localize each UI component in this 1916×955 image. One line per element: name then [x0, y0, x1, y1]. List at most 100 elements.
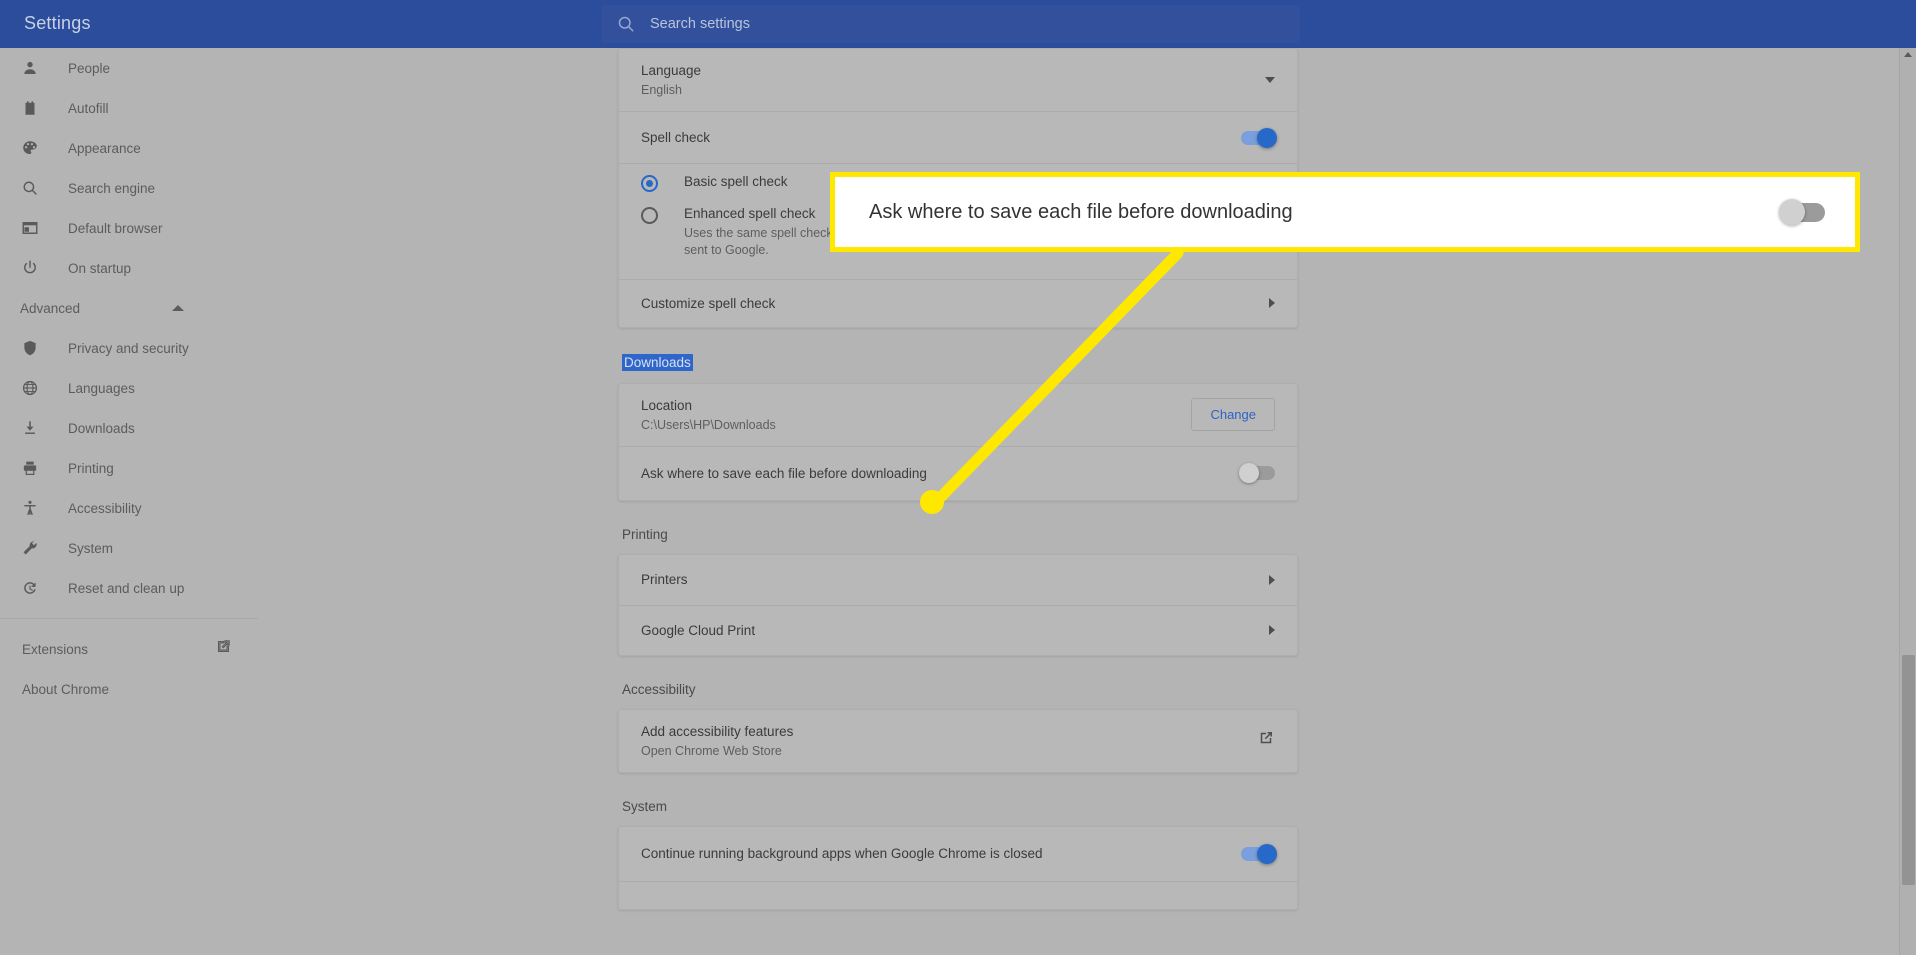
background-apps-row[interactable]: Continue running background apps when Go… — [619, 827, 1297, 881]
sidebar-item-label: Reset and clean up — [68, 580, 185, 596]
caret-up-icon — [172, 305, 184, 311]
printing-section-title: Printing — [622, 526, 668, 542]
external-link-icon — [215, 638, 232, 660]
clipboard-icon — [20, 98, 40, 118]
accessibility-section-title: Accessibility — [622, 681, 696, 697]
language-row[interactable]: Language English — [619, 49, 1297, 111]
system-section-title: System — [622, 798, 668, 814]
customize-spell-check-row[interactable]: Customize spell check — [619, 278, 1297, 327]
sidebar-item-autofill[interactable]: Autofill — [0, 88, 262, 128]
radio-button[interactable] — [641, 207, 658, 224]
sidebar-item-label: System — [68, 540, 114, 556]
radio-button[interactable] — [641, 175, 658, 192]
callout-label: Ask where to save each file before downl… — [869, 200, 1293, 223]
printing-card: Printers Google Cloud Print — [618, 553, 1298, 656]
google-cloud-print-label: Google Cloud Print — [641, 622, 756, 638]
chevron-right-icon — [1269, 298, 1275, 309]
add-accessibility-features-row[interactable]: Add accessibility features Open Chrome W… — [619, 710, 1297, 772]
downloads-card: Location C:\Users\HP\Downloads Change As… — [618, 382, 1298, 501]
sidebar-item-people[interactable]: People — [0, 48, 262, 88]
vertical-scrollbar[interactable] — [1899, 48, 1916, 955]
printers-row[interactable]: Printers — [619, 555, 1297, 605]
google-cloud-print-row[interactable]: Google Cloud Print — [619, 604, 1297, 655]
printer-icon — [20, 458, 40, 478]
sidebar-item-about-chrome[interactable]: About Chrome — [0, 669, 262, 709]
globe-icon — [20, 378, 40, 398]
sidebar-item-accessibility[interactable]: Accessibility — [0, 488, 262, 528]
sidebar-item-default-browser[interactable]: Default browser — [0, 208, 262, 248]
palette-icon — [20, 138, 40, 158]
accessibility-card: Add accessibility features Open Chrome W… — [618, 708, 1298, 773]
chevron-down-icon[interactable] — [1265, 77, 1275, 83]
toggle-knob — [1779, 198, 1805, 225]
accessibility-icon — [20, 498, 40, 518]
spell-check-label: Spell check — [641, 130, 711, 145]
language-label: Language — [641, 63, 702, 78]
sidebar-item-appearance[interactable]: Appearance — [0, 128, 262, 168]
sidebar-item-reset-and-clean-up[interactable]: Reset and clean up — [0, 568, 262, 608]
system-card: Continue running background apps when Go… — [618, 825, 1298, 910]
browser-window-icon — [20, 218, 40, 238]
sidebar-item-extensions[interactable]: Extensions — [0, 629, 262, 669]
wrench-icon — [20, 538, 40, 558]
annotation-callout: Ask where to save each file before downl… — [830, 172, 1860, 252]
external-link-icon[interactable] — [1257, 729, 1275, 752]
sidebar-item-label: Languages — [68, 380, 135, 396]
settings-page: Settings Search settings People Autofill… — [0, 0, 1916, 955]
background-apps-toggle[interactable] — [1241, 843, 1277, 864]
power-icon — [20, 258, 40, 278]
search-icon — [616, 14, 636, 34]
download-location-row: Location C:\Users\HP\Downloads Change — [619, 384, 1297, 446]
toggle-knob — [1257, 127, 1277, 148]
sidebar-item-label: Search engine — [68, 180, 156, 196]
sidebar-item-search-engine[interactable]: Search engine — [0, 168, 262, 208]
callout-toggle[interactable] — [1779, 198, 1825, 225]
chevron-right-icon — [1269, 574, 1275, 585]
downloads-section-title: Downloads — [622, 353, 693, 371]
customize-spell-check-label: Customize spell check — [641, 295, 776, 311]
basic-spell-check-label: Basic spell check — [684, 174, 788, 189]
app-header: Settings Search settings — [0, 0, 1916, 48]
ask-where-to-save-row[interactable]: Ask where to save each file before downl… — [619, 445, 1297, 500]
sidebar-item-on-startup[interactable]: On startup — [0, 248, 262, 288]
printers-label: Printers — [641, 572, 688, 588]
history-restore-icon — [20, 578, 40, 598]
sidebar-divider — [0, 618, 258, 619]
chevron-right-icon — [1269, 625, 1275, 636]
language-value: English — [641, 83, 682, 97]
sidebar-item-system[interactable]: System — [0, 528, 262, 568]
scroll-up-arrow-icon[interactable] — [1904, 52, 1912, 57]
search-settings-box[interactable]: Search settings — [602, 5, 1300, 43]
add-accessibility-features-label: Add accessibility features — [641, 723, 794, 739]
sidebar-item-printing[interactable]: Printing — [0, 448, 262, 488]
page-body: Settings Search settings People Autofill… — [0, 0, 1916, 955]
change-location-button[interactable]: Change — [1191, 398, 1275, 432]
sidebar-item-label: Autofill — [68, 100, 109, 116]
sidebar-item-label: Accessibility — [68, 500, 142, 516]
sidebar-advanced-label: Advanced — [20, 300, 81, 316]
scrollbar-thumb[interactable] — [1902, 655, 1915, 885]
toggle-knob — [1257, 843, 1277, 864]
sidebar-item-privacy-and-security[interactable]: Privacy and security — [0, 328, 262, 368]
search-icon — [20, 178, 40, 198]
search-input[interactable]: Search settings — [650, 16, 750, 32]
sidebar-advanced-toggle[interactable]: Advanced — [0, 288, 262, 328]
accessibility-section: Accessibility Add accessibility features… — [618, 682, 1298, 773]
sidebar-item-label: Printing — [68, 460, 114, 476]
location-label: Location — [641, 397, 693, 413]
ask-where-to-save-label: Ask where to save each file before downl… — [641, 465, 927, 481]
ask-where-to-save-toggle[interactable] — [1239, 463, 1275, 484]
sidebar-item-label: Appearance — [68, 140, 141, 156]
downloads-section: Downloads Location C:\Users\HP\Downloads… — [618, 328, 1298, 501]
spell-check-toggle[interactable] — [1241, 127, 1277, 148]
toggle-knob — [1239, 463, 1259, 484]
sidebar-item-languages[interactable]: Languages — [0, 368, 262, 408]
sidebar-item-label: On startup — [68, 260, 132, 276]
sidebar-item-label: Extensions — [22, 641, 89, 657]
spell-check-row[interactable]: Spell check — [619, 111, 1297, 163]
download-icon — [20, 418, 40, 438]
sidebar-item-label: Downloads — [68, 420, 135, 436]
printing-section: Printing Printers Google Cloud Print — [618, 527, 1298, 656]
sidebar-item-label: Privacy and security — [68, 340, 189, 356]
sidebar-item-downloads[interactable]: Downloads — [0, 408, 262, 448]
